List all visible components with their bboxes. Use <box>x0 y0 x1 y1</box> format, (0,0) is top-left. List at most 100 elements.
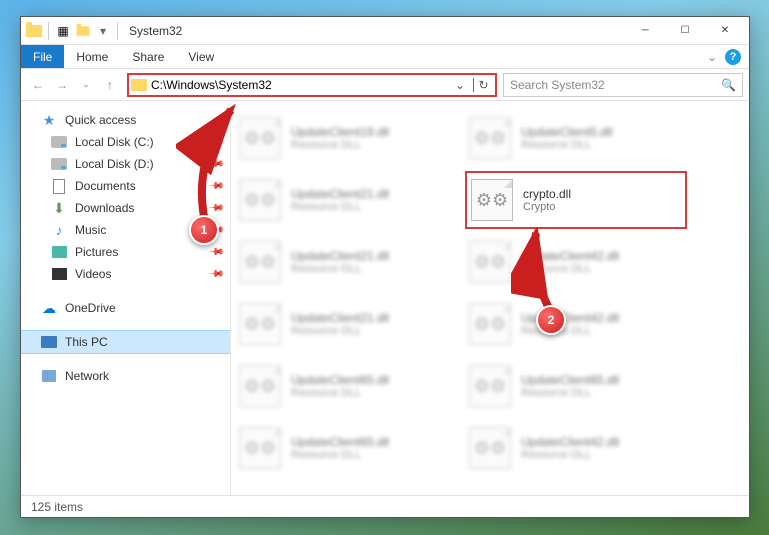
sidebar-label: Downloads <box>75 201 134 215</box>
sidebar-label: Videos <box>75 267 111 281</box>
minimize-button[interactable]: ─ <box>625 18 665 44</box>
file-description: Resource DLL <box>291 325 389 337</box>
file-description: Resource DLL <box>521 139 612 151</box>
file-item[interactable]: ⚙⚙UpdateClient21.dllResource DLL <box>235 171 457 229</box>
sidebar-label: Music <box>75 223 106 237</box>
sidebar-this-pc[interactable]: This PC <box>21 331 230 353</box>
back-button[interactable]: ← <box>27 74 49 96</box>
dll-file-icon: ⚙⚙ <box>471 179 513 221</box>
file-item[interactable]: ⚙⚙ UpdateClient5.dllResource DLL <box>465 109 687 167</box>
sidebar-label: This PC <box>65 335 108 349</box>
file-name: UpdateClient19.dll <box>291 125 389 139</box>
explorer-window: ▦ ▾ System32 ─ ☐ ✕ File Home Share View … <box>20 16 750 518</box>
sidebar-item-documents[interactable]: Documents 📌 <box>21 175 230 197</box>
dll-file-icon: ⚙⚙ <box>239 427 281 469</box>
file-item[interactable]: ⚙⚙UpdateClient42.dllResource DLL <box>465 419 687 477</box>
recent-dropdown-icon[interactable]: ⌄ <box>75 74 97 96</box>
file-description: Resource DLL <box>521 263 619 275</box>
address-bar[interactable]: C:\Windows\System32 ⌄ ↻ <box>127 73 497 97</box>
ribbon-expand-icon[interactable]: ⌄ <box>707 50 717 64</box>
file-description: Resource DLL <box>521 387 619 399</box>
refresh-button[interactable]: ↻ <box>473 78 493 92</box>
file-name: UpdateClient65.dll <box>521 373 619 387</box>
file-list-pane[interactable]: ⚙⚙UpdateClient19.dllResource DLL⚙⚙Update… <box>231 101 749 517</box>
sidebar-label: OneDrive <box>65 301 116 315</box>
file-description: Resource DLL <box>291 139 389 151</box>
tab-view[interactable]: View <box>176 45 226 68</box>
music-icon: ♪ <box>51 222 67 238</box>
tab-home[interactable]: Home <box>64 45 120 68</box>
sidebar-label: Pictures <box>75 245 118 259</box>
file-item[interactable]: ⚙⚙ UpdateClient65.dllResource DLL <box>235 357 457 415</box>
titlebar[interactable]: ▦ ▾ System32 ─ ☐ ✕ <box>21 17 749 45</box>
file-description: Resource DLL <box>291 263 389 275</box>
file-description: Crypto <box>523 201 571 213</box>
tab-share[interactable]: Share <box>120 45 176 68</box>
pin-icon: 📌 <box>207 156 224 173</box>
sidebar-label: Network <box>65 369 109 383</box>
maximize-button[interactable]: ☐ <box>665 18 705 44</box>
file-name: UpdateClient21.dll <box>291 187 389 201</box>
dll-file-icon: ⚙⚙ <box>469 303 511 345</box>
sidebar-network[interactable]: Network <box>21 365 230 387</box>
sidebar-label: Local Disk (D:) <box>75 157 154 171</box>
app-icon <box>25 22 43 40</box>
sidebar-label: Documents <box>75 179 136 193</box>
sidebar-label: Quick access <box>65 113 136 127</box>
pin-icon: 📌 <box>207 134 224 151</box>
file-item[interactable]: ⚙⚙UpdateClient42.dllResource DLL <box>465 295 687 353</box>
forward-button[interactable]: → <box>51 74 73 96</box>
downloads-icon: ⬇ <box>51 200 67 216</box>
address-dropdown-icon[interactable]: ⌄ <box>451 78 469 92</box>
address-folder-icon <box>131 79 147 91</box>
file-item[interactable]: ⚙⚙UpdateClient65.dllResource DLL <box>465 357 687 415</box>
pin-icon: 📌 <box>207 244 224 261</box>
close-button[interactable]: ✕ <box>705 18 745 44</box>
dll-file-icon: ⚙⚙ <box>469 241 511 283</box>
sidebar-label: Local Disk (C:) <box>75 135 154 149</box>
disk-icon <box>51 156 67 172</box>
pin-icon: 📌 <box>207 178 224 195</box>
annotation-badge-2: 2 <box>536 305 566 335</box>
up-button[interactable]: ↑ <box>99 74 121 96</box>
pin-icon: 📌 <box>207 266 224 283</box>
dll-file-icon: ⚙⚙ <box>469 117 511 159</box>
sidebar-item-disk-c[interactable]: Local Disk (C:) 📌 <box>21 131 230 153</box>
sidebar-onedrive[interactable]: ☁ OneDrive <box>21 297 230 319</box>
file-item[interactable]: ⚙⚙UpdateClient21.dllResource DLL <box>235 295 457 353</box>
file-name: UpdateClient21.dll <box>291 249 389 263</box>
dll-file-icon: ⚙⚙ <box>239 365 281 407</box>
sidebar-item-disk-d[interactable]: Local Disk (D:) 📌 <box>21 153 230 175</box>
help-icon[interactable]: ? <box>725 49 741 65</box>
file-description: Resource DLL <box>291 201 389 213</box>
file-name: crypto.dll <box>523 187 571 201</box>
file-item[interactable]: ⚙⚙UpdateClient42.dllResource DLL <box>465 233 687 291</box>
cloud-icon: ☁ <box>41 300 57 316</box>
file-item[interactable]: ⚙⚙ UpdateClient19.dllResource DLL <box>235 109 457 167</box>
star-icon: ★ <box>41 112 57 128</box>
sidebar-quick-access[interactable]: ★ Quick access <box>21 109 230 131</box>
file-name: UpdateClient65.dll <box>291 373 389 387</box>
qat-customize-icon[interactable]: ▾ <box>94 22 112 40</box>
address-path[interactable]: C:\Windows\System32 <box>151 78 447 92</box>
search-input[interactable]: Search System32 🔍 <box>503 73 743 97</box>
documents-icon <box>51 178 67 194</box>
tab-file[interactable]: File <box>21 45 64 68</box>
file-item[interactable]: ⚙⚙ crypto.dllCrypto <box>465 171 687 229</box>
file-item[interactable]: ⚙⚙UpdateClient21.dllResource DLL <box>235 233 457 291</box>
item-count: 125 items <box>31 500 83 514</box>
dll-file-icon: ⚙⚙ <box>239 117 281 159</box>
sidebar-item-videos[interactable]: Videos 📌 <box>21 263 230 285</box>
file-item[interactable]: ⚙⚙UpdateClient65.dllResource DLL <box>235 419 457 477</box>
search-icon[interactable]: 🔍 <box>721 78 736 92</box>
file-name: UpdateClient21.dll <box>291 311 389 325</box>
ribbon-tabs: File Home Share View ⌄ ? <box>21 45 749 69</box>
network-icon <box>41 368 57 384</box>
file-description: Resource DLL <box>291 387 389 399</box>
qat-properties-icon[interactable]: ▦ <box>54 22 72 40</box>
file-name: UpdateClient5.dll <box>521 125 612 139</box>
pictures-icon <box>51 244 67 260</box>
videos-icon <box>51 266 67 282</box>
navigation-pane: ★ Quick access Local Disk (C:) 📌 Local Dis… <box>21 101 231 517</box>
qat-newfolder-icon[interactable] <box>74 22 92 40</box>
